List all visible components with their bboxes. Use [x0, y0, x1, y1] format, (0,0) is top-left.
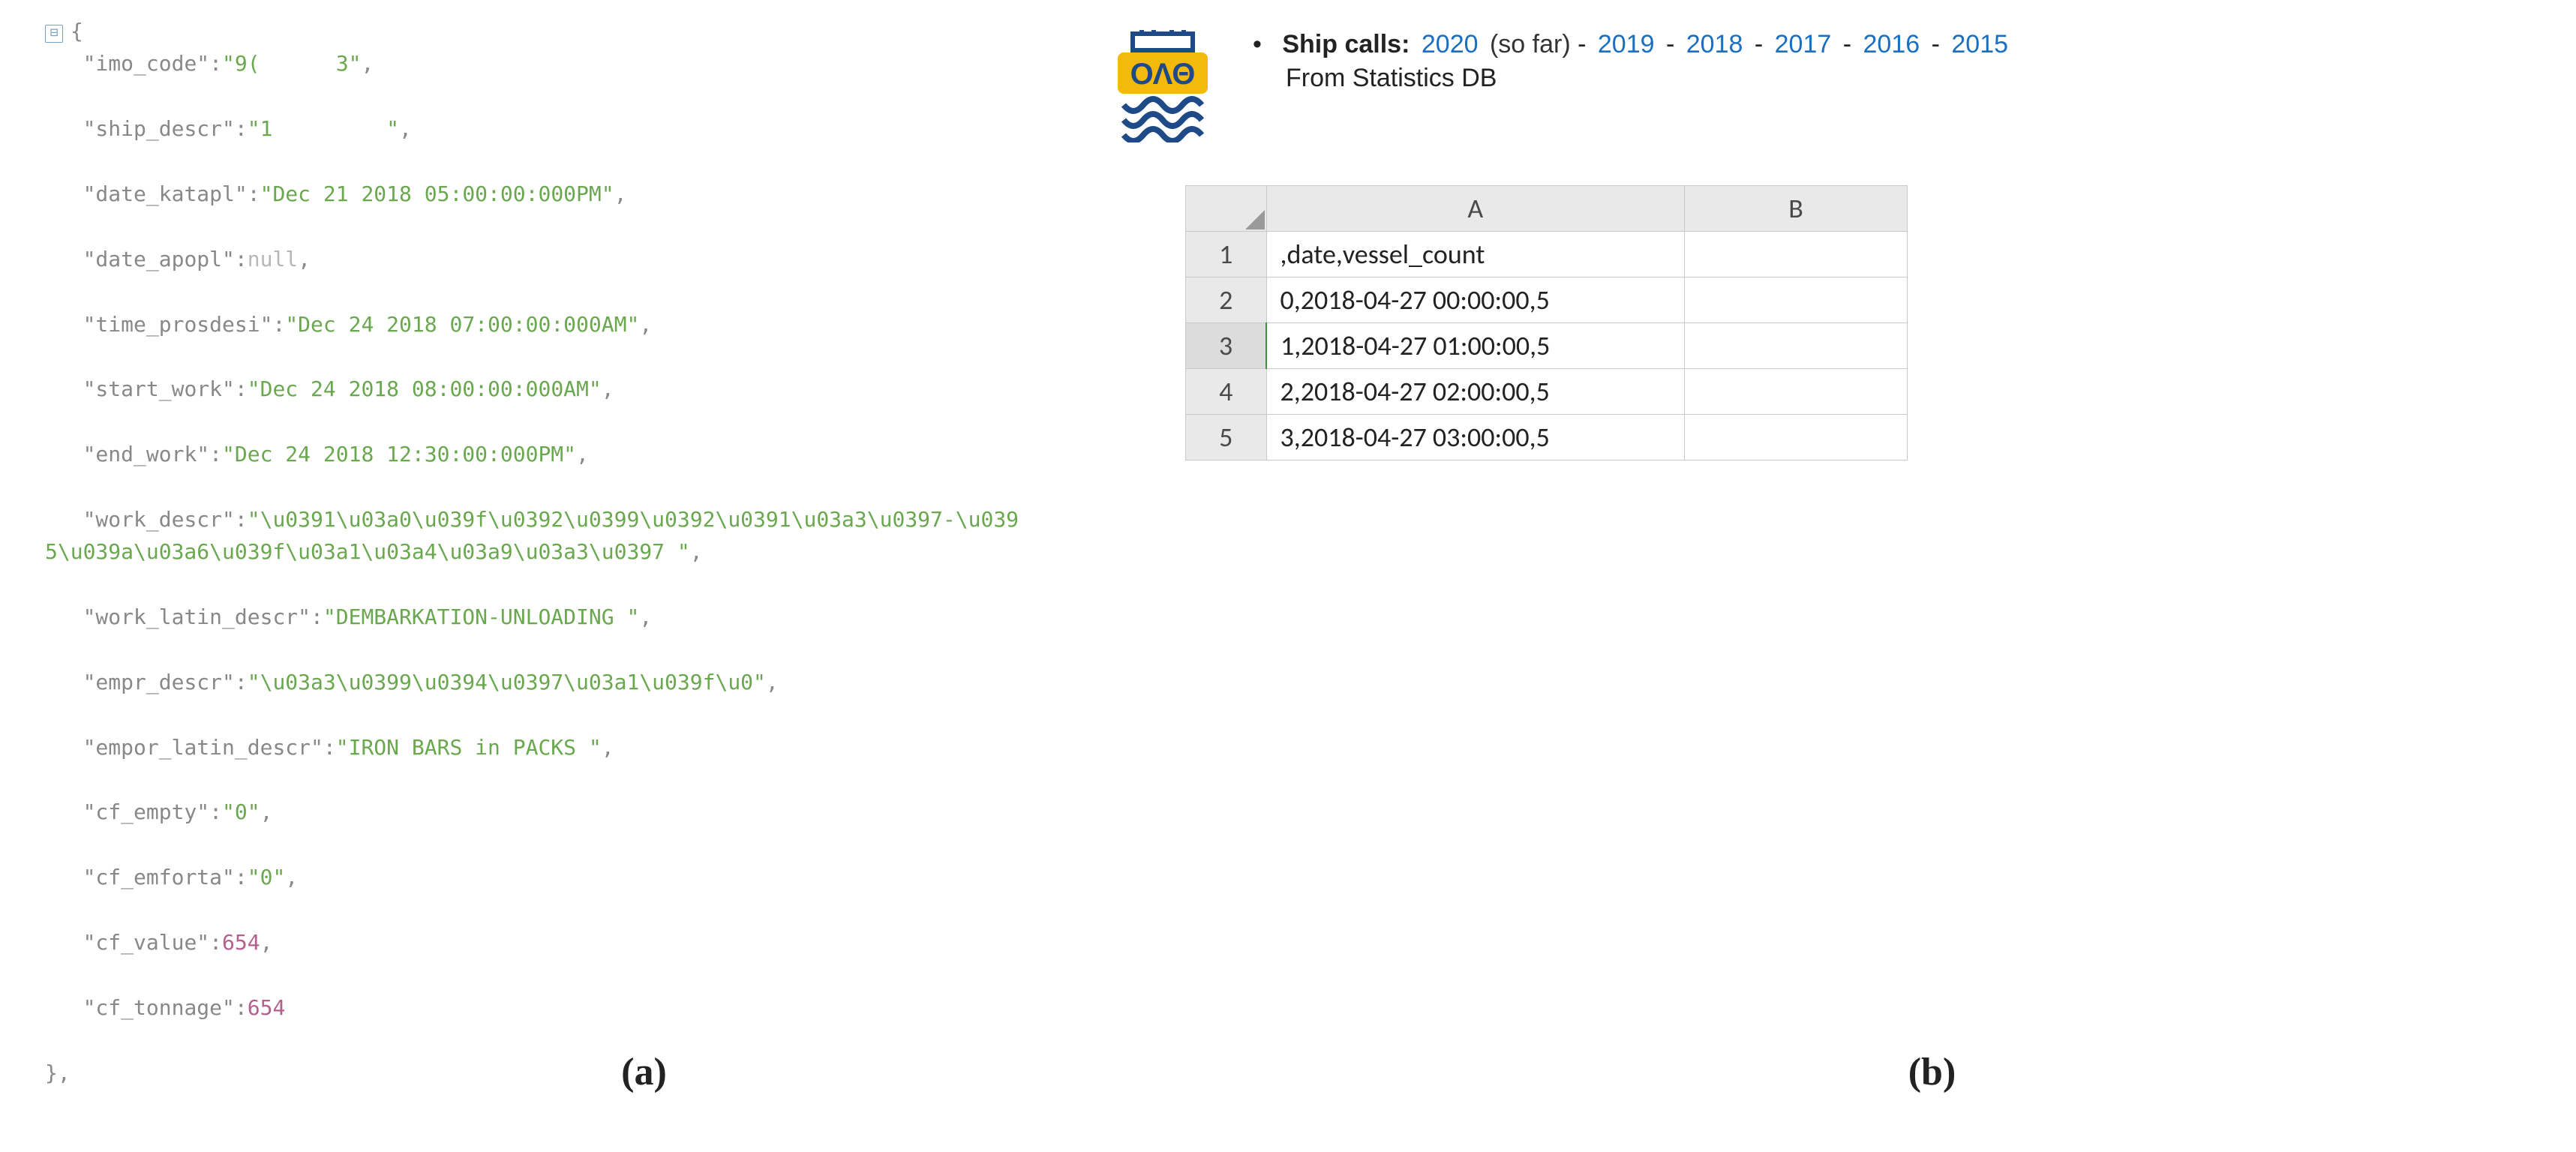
json-field-row: "cf_emforta":"0", [45, 861, 1028, 893]
figure-sublabels: (a) (b) [0, 1050, 2576, 1152]
row-header[interactable]: 4 [1186, 369, 1267, 415]
so-far-note: (so far) [1490, 30, 1571, 58]
ship-calls-text-block: • Ship calls: 2020 (so far) - 2019 - 201… [1253, 30, 2013, 93]
ship-calls-year-link[interactable]: 2020 [1422, 30, 1479, 58]
cell-B[interactable] [1685, 232, 1908, 278]
json-field-row: "work_latin_descr":"DEMBARKATION-UNLOADI… [45, 601, 1028, 633]
cell-A[interactable]: 3,2018-04-27 03:00:00,5 [1266, 415, 1685, 460]
col-header-A[interactable]: A [1266, 186, 1685, 232]
json-field-row: "date_apopl":null, [45, 243, 1028, 275]
cell-B[interactable] [1685, 278, 1908, 323]
json-field-row: "imo_code":"9( 3", [45, 47, 1028, 80]
sublabel-a: (a) [0, 1050, 1288, 1152]
bullet-icon: • [1253, 30, 1262, 58]
json-field-row: "cf_empty":"0", [45, 796, 1028, 828]
json-field-row: "ship_descr":"1 ", [45, 112, 1028, 145]
table-row: 20,2018-04-27 00:00:00,5 [1186, 278, 1908, 323]
json-field-row: "end_work":"Dec 24 2018 12:30:00:000PM", [45, 438, 1028, 470]
json-field-row: "cf_tonnage":654 [45, 992, 1028, 1024]
table-row: 31,2018-04-27 01:00:00,5 [1186, 323, 1908, 369]
table-row: 1,date,vessel_count [1186, 232, 1908, 278]
json-viewer: ⊟{ "imo_code":"9( 3", "ship_descr":"1 ",… [45, 15, 1028, 1089]
row-header[interactable]: 5 [1186, 415, 1267, 460]
json-field-row: "cf_value":654, [45, 926, 1028, 958]
ship-calls-year-link[interactable]: 2017 [1775, 30, 1832, 58]
from-statistics-db: From Statistics DB [1286, 64, 2013, 93]
json-field-row: "start_work":"Dec 24 2018 08:00:00:000AM… [45, 373, 1028, 405]
json-field-row: "empor_latin_descr":"IRON BARS in PACKS … [45, 731, 1028, 764]
select-all-corner[interactable] [1186, 186, 1267, 232]
col-header-B[interactable]: B [1685, 186, 1908, 232]
cell-A[interactable]: ,date,vessel_count [1266, 232, 1685, 278]
svg-text:ΟΛΘ: ΟΛΘ [1130, 58, 1196, 91]
cell-A[interactable]: 2,2018-04-27 02:00:00,5 [1266, 369, 1685, 415]
ship-calls-label: Ship calls: [1282, 30, 1410, 58]
ship-calls-line: • Ship calls: 2020 (so far) - 2019 - 201… [1253, 30, 2013, 59]
panel-b-ship-calls: ΟΛΘ • Ship calls: 2020 (so far) - 2019 -… [1050, 0, 2576, 1050]
cell-B[interactable] [1685, 415, 1908, 460]
ship-calls-year-link[interactable]: 2019 [1598, 30, 1655, 58]
json-field-row: "work_descr":"\u0391\u03a0\u039f\u0392\u… [45, 503, 1028, 568]
collapse-toggle-icon[interactable]: ⊟ [45, 25, 63, 43]
panel-a-json-record: ⊟{ "imo_code":"9( 3", "ship_descr":"1 ",… [0, 0, 1050, 1050]
ship-calls-year-link[interactable]: 2015 [1951, 30, 2008, 58]
row-header[interactable]: 3 [1186, 323, 1267, 369]
table-row: 53,2018-04-27 03:00:00,5 [1186, 415, 1908, 460]
port-authority-logo: ΟΛΘ [1110, 30, 1215, 148]
table-row: 42,2018-04-27 02:00:00,5 [1186, 369, 1908, 415]
cell-A[interactable]: 1,2018-04-27 01:00:00,5 [1266, 323, 1685, 369]
ship-calls-header: ΟΛΘ • Ship calls: 2020 (so far) - 2019 -… [1110, 30, 2546, 148]
cell-B[interactable] [1685, 369, 1908, 415]
ship-calls-year-link[interactable]: 2016 [1863, 30, 1920, 58]
json-field-row: "time_prosdesi":"Dec 24 2018 07:00:00:00… [45, 308, 1028, 340]
json-field-row: "date_katapl":"Dec 21 2018 05:00:00:000P… [45, 178, 1028, 210]
row-header[interactable]: 1 [1186, 232, 1267, 278]
sublabel-b: (b) [1288, 1050, 2576, 1152]
json-field-row: "empr_descr":"\u03a3\u0399\u0394\u0397\u… [45, 666, 1028, 698]
cell-A[interactable]: 0,2018-04-27 00:00:00,5 [1266, 278, 1685, 323]
cell-B[interactable] [1685, 323, 1908, 369]
ship-calls-year-link[interactable]: 2018 [1686, 30, 1743, 58]
spreadsheet: A B 1,date,vessel_count20,2018-04-27 00:… [1185, 185, 1908, 460]
row-header[interactable]: 2 [1186, 278, 1267, 323]
